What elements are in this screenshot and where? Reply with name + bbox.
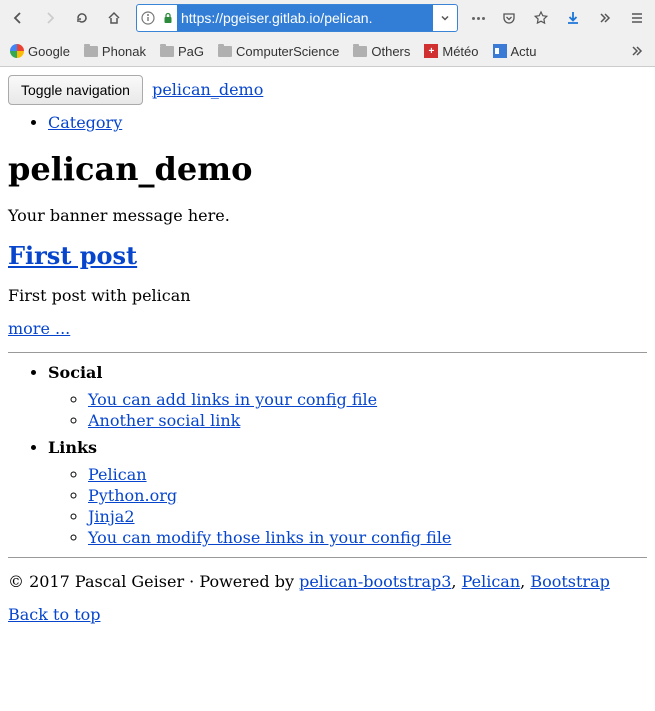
back-to-top-link[interactable]: Back to top: [8, 605, 101, 624]
divider: [8, 352, 647, 353]
brand-link[interactable]: pelican_demo: [152, 80, 263, 99]
credit-link[interactable]: Pelican: [462, 572, 521, 591]
social-item: Another social link: [88, 411, 647, 430]
hamburger-icon: [629, 10, 645, 26]
nav-link-category[interactable]: Category: [48, 113, 122, 132]
links-section: Links Pelican Python.org Jinja2 You can …: [48, 438, 647, 547]
url-text[interactable]: https://pgeiser.gitlab.io/pelican.: [177, 5, 433, 31]
back-button[interactable]: [4, 4, 32, 32]
browser-toolbar: https://pgeiser.gitlab.io/pelican.: [0, 0, 655, 36]
chevrons-right-icon: [597, 10, 613, 26]
footer-text: © 2017 Pascal Geiser · Powered by pelica…: [8, 572, 647, 591]
bookmark-phonak[interactable]: Phonak: [78, 41, 152, 62]
star-icon: [533, 10, 549, 26]
bookmark-computerscience[interactable]: ComputerScience: [212, 41, 345, 62]
overflow-button[interactable]: [591, 4, 619, 32]
post-excerpt: First post with pelican: [8, 286, 647, 305]
credit-link[interactable]: Bootstrap: [530, 572, 610, 591]
meteo-icon: +: [424, 44, 438, 58]
links-heading: Links: [48, 438, 97, 457]
bookmark-star-button[interactable]: [527, 4, 555, 32]
home-button[interactable]: [100, 4, 128, 32]
download-icon: [565, 10, 581, 26]
nav-item: Category: [48, 113, 647, 132]
folder-icon: [84, 46, 98, 57]
social-link[interactable]: Another social link: [88, 411, 240, 430]
folder-icon: [353, 46, 367, 57]
bookmark-google[interactable]: Google: [4, 41, 76, 62]
browser-chrome: https://pgeiser.gitlab.io/pelican. Googl…: [0, 0, 655, 67]
social-item: You can add links in your config file: [88, 390, 647, 409]
link-item: You can modify those links in your confi…: [88, 528, 647, 547]
home-icon: [106, 10, 122, 26]
divider: [8, 557, 647, 558]
social-section: Social You can add links in your config …: [48, 363, 647, 430]
bookmark-meteo[interactable]: +Météo: [418, 41, 484, 62]
external-link[interactable]: Python.org: [88, 486, 177, 505]
folder-icon: [218, 46, 232, 57]
reload-button[interactable]: [68, 4, 96, 32]
chevron-down-icon[interactable]: [433, 12, 457, 24]
social-link[interactable]: You can add links in your config file: [88, 390, 377, 409]
link-item: Jinja2: [88, 507, 647, 526]
social-heading: Social: [48, 363, 103, 382]
external-link[interactable]: You can modify those links in your confi…: [88, 528, 451, 547]
navbar: Toggle navigation pelican_demo Category: [8, 75, 647, 132]
arrow-left-icon: [10, 10, 26, 26]
link-item: Python.org: [88, 486, 647, 505]
bookmarks-bar: Google Phonak PaG ComputerScience Others…: [0, 36, 655, 66]
bookmarks-overflow[interactable]: [623, 37, 651, 65]
downloads-button[interactable]: [559, 4, 587, 32]
chevrons-right-icon: [629, 43, 645, 59]
banner-message: Your banner message here.: [8, 206, 647, 225]
lock-icon: [159, 12, 177, 24]
forward-button: [36, 4, 64, 32]
link-item: Pelican: [88, 465, 647, 484]
external-link[interactable]: Jinja2: [88, 507, 135, 526]
post-title-link[interactable]: First post: [8, 241, 137, 270]
info-icon[interactable]: [137, 11, 159, 25]
bookmark-actu[interactable]: Actu: [487, 41, 543, 62]
url-bar[interactable]: https://pgeiser.gitlab.io/pelican.: [136, 4, 458, 32]
folder-icon: [160, 46, 174, 57]
bookmark-pag[interactable]: PaG: [154, 41, 210, 62]
external-link[interactable]: Pelican: [88, 465, 147, 484]
pocket-icon: [501, 10, 517, 26]
page-actions-icon[interactable]: [466, 17, 491, 20]
toggle-navigation-button[interactable]: Toggle navigation: [8, 75, 143, 105]
page-title: pelican_demo: [8, 150, 647, 188]
menu-button[interactable]: [623, 4, 651, 32]
page-content: Toggle navigation pelican_demo Category …: [0, 67, 655, 646]
more-link[interactable]: more ...: [8, 319, 70, 338]
pocket-button[interactable]: [495, 4, 523, 32]
sidebar-list: Social You can add links in your config …: [8, 363, 647, 547]
credit-link[interactable]: pelican-bootstrap3: [299, 572, 451, 591]
reload-icon: [74, 10, 90, 26]
actu-icon: [493, 44, 507, 58]
google-icon: [10, 44, 24, 58]
post-title: First post: [8, 241, 647, 270]
arrow-right-icon: [42, 10, 58, 26]
bookmark-others[interactable]: Others: [347, 41, 416, 62]
